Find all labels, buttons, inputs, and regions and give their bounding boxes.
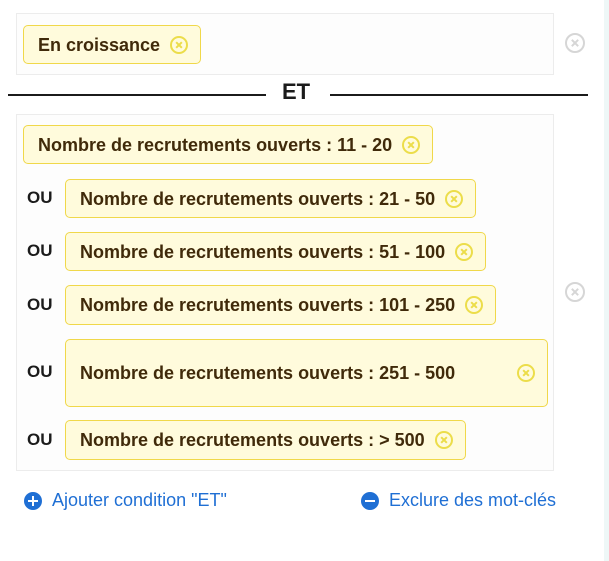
remove-tag-icon[interactable] — [517, 364, 535, 382]
remove-tag-icon[interactable] — [455, 242, 474, 261]
add-and-condition-button[interactable]: Ajouter condition "ET" — [24, 490, 227, 511]
right-edge-strip — [604, 0, 609, 561]
exclude-keywords-label: Exclure des mot-clés — [389, 490, 557, 510]
or-label: OU — [27, 295, 53, 314]
or-label: OU — [27, 362, 53, 381]
tag-chip-recrutements-11-20: Nombre de recrutements ouverts : 11 - 20 — [23, 125, 434, 164]
or-label: OU — [27, 430, 53, 449]
minus-circle-icon — [361, 491, 379, 510]
remove-tag-icon[interactable] — [402, 135, 421, 154]
or-label: OU — [27, 188, 53, 207]
tag-chip-label: Nombre de recrutements ouverts : 251 - 5… — [80, 363, 456, 383]
remove-tag-icon[interactable] — [445, 189, 464, 208]
remove-tag-icon[interactable] — [465, 296, 484, 314]
tag-chip-label: Nombre de recrutements ouverts : 21 - 50 — [80, 188, 436, 209]
tag-chip-recrutements-21-50: Nombre de recrutements ouverts : 21 - 50 — [65, 179, 477, 218]
divider-line-right — [330, 94, 588, 96]
tag-chip-label: Nombre de recrutements ouverts : 101 - 2… — [80, 295, 456, 315]
tag-chip-recrutements-251-500: Nombre de recrutements ouverts : 251 - 5… — [65, 339, 548, 407]
remove-tag-icon[interactable] — [170, 35, 189, 54]
tag-chip-recrutements-101-250: Nombre de recrutements ouverts : 101 - 2… — [65, 285, 497, 325]
remove-tag-icon[interactable] — [434, 431, 453, 449]
and-separator-label: ET — [282, 79, 311, 104]
tag-chip-en-croissance: En croissance — [23, 25, 202, 64]
remove-group-1-icon[interactable] — [565, 33, 585, 53]
or-label: OU — [27, 241, 53, 260]
tag-chip-label: Nombre de recrutements ouverts : > 500 — [80, 430, 425, 450]
exclude-keywords-button[interactable]: Exclure des mot-clés — [361, 490, 556, 511]
add-condition-label: Ajouter condition "ET" — [52, 490, 227, 510]
tag-chip-label: En croissance — [38, 34, 161, 55]
remove-group-2-icon[interactable] — [565, 282, 585, 302]
tag-chip-recrutements-over-500: Nombre de recrutements ouverts : > 500 — [65, 420, 466, 460]
tag-chip-recrutements-51-100: Nombre de recrutements ouverts : 51 - 10… — [65, 232, 487, 271]
tag-chip-label: Nombre de recrutements ouverts : 11 - 20 — [38, 134, 393, 155]
tag-chip-label: Nombre de recrutements ouverts : 51 - 10… — [80, 241, 446, 262]
divider-line-left — [8, 94, 266, 96]
plus-circle-icon — [24, 491, 42, 510]
